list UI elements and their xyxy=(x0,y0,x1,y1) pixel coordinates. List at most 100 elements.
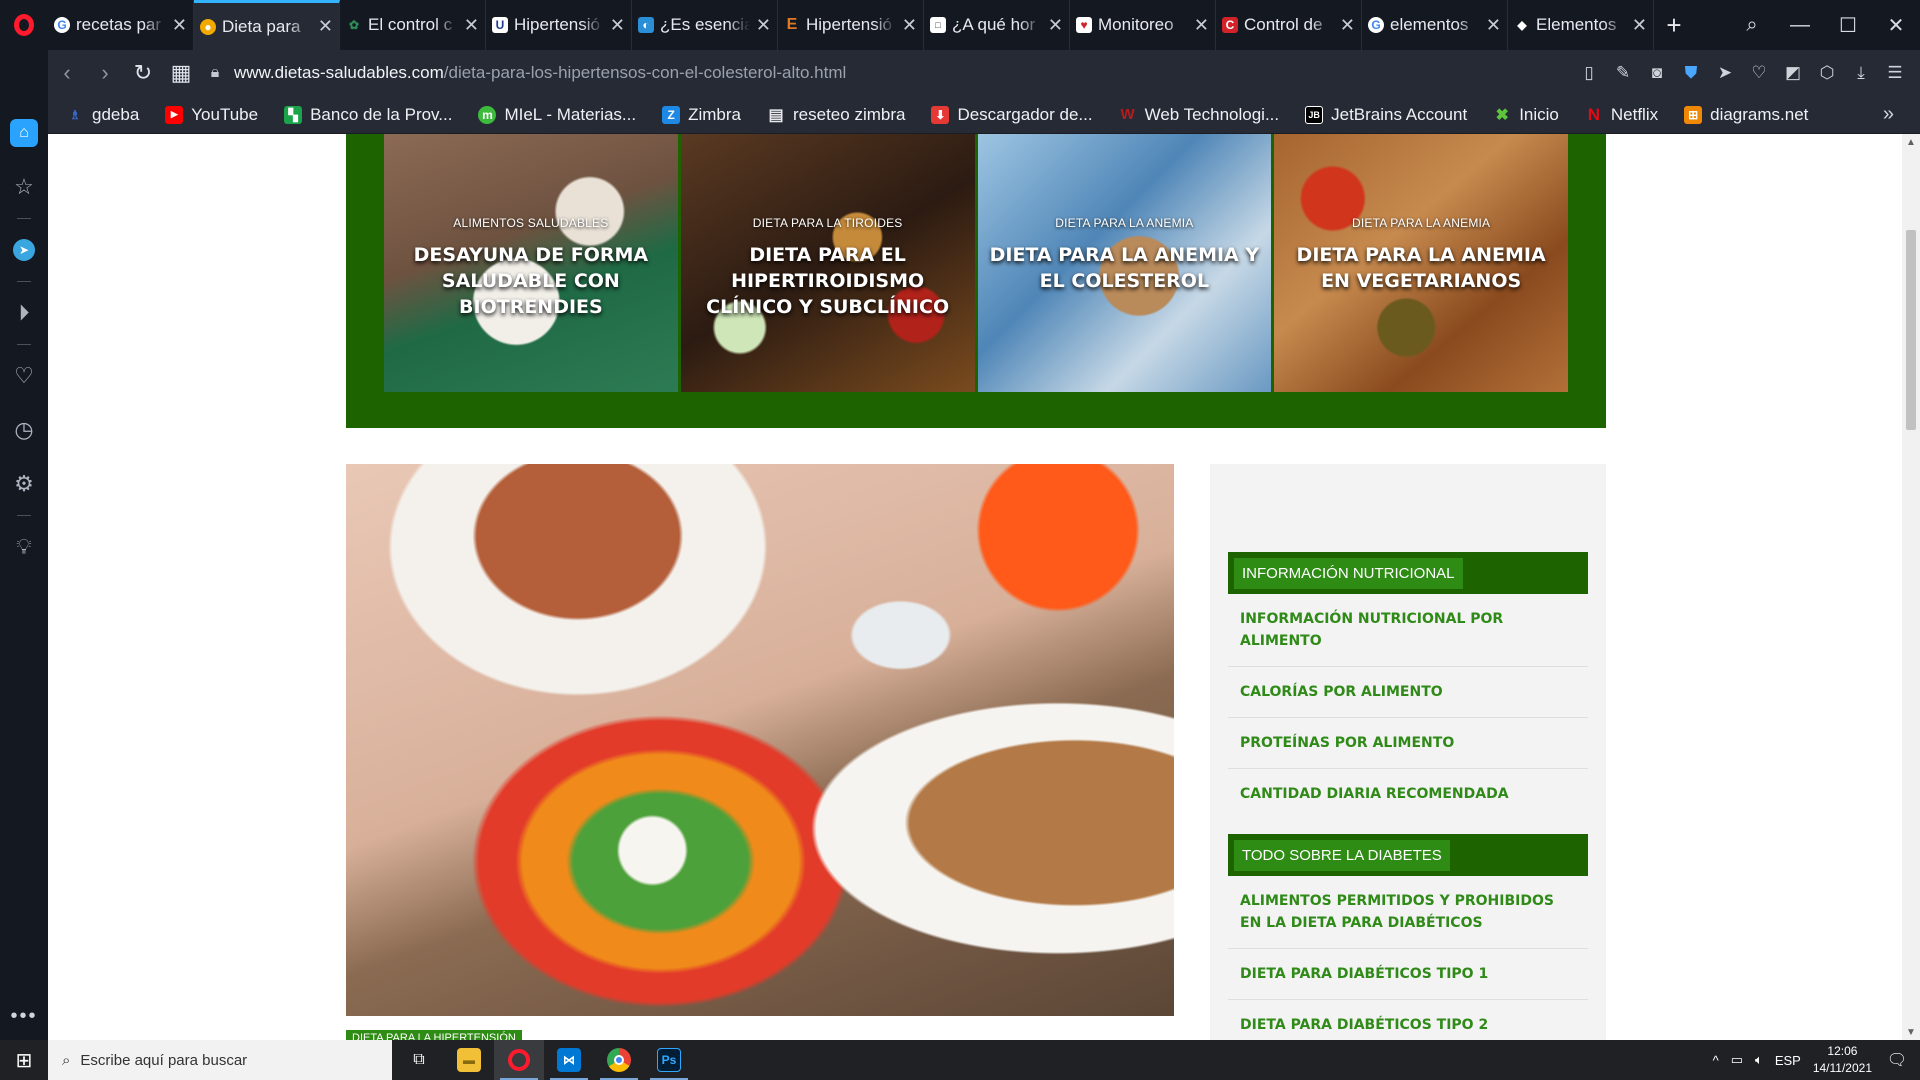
network-icon[interactable]: ▭ xyxy=(1731,1052,1743,1068)
shield-icon[interactable]: ⛊ xyxy=(1676,58,1706,88)
card-title[interactable]: Dieta para el hipertiroidismo clínico y … xyxy=(681,242,975,320)
bookmark-reseteo[interactable]: ▤ reseteo zimbra xyxy=(767,105,905,125)
url-field[interactable]: www.dietas-saludables.com/dieta-para-los… xyxy=(234,63,846,83)
file-explorer-button[interactable]: ▬ xyxy=(444,1040,494,1080)
scroll-up-icon[interactable]: ▲ xyxy=(1902,134,1920,150)
bookmark-youtube[interactable]: ▶ YouTube xyxy=(165,105,258,125)
settings-sidebar-button[interactable]: ⚙ xyxy=(0,457,48,511)
close-icon[interactable]: ✕ xyxy=(1632,15,1647,36)
chrome-taskbar-button[interactable] xyxy=(594,1040,644,1080)
tab[interactable]: ✿ El control c ✕ xyxy=(340,0,486,50)
card-title[interactable]: Dieta para la anemia y el colesterol xyxy=(978,242,1272,294)
tab[interactable]: E Hipertensió ✕ xyxy=(778,0,924,50)
bookmark-gdeba[interactable]: ♗ gdeba xyxy=(66,105,140,125)
opera-taskbar-button[interactable] xyxy=(494,1040,544,1080)
sidebar-link[interactable]: Proteínas por alimento xyxy=(1228,718,1588,769)
cube-icon[interactable]: ⬡ xyxy=(1812,58,1842,88)
bookmark-web-technologies[interactable]: W Web Technologi... xyxy=(1119,105,1280,125)
tab[interactable]: ♥ Monitoreo ✕ xyxy=(1070,0,1216,50)
close-icon[interactable]: ✕ xyxy=(318,16,333,37)
bookmark-miel[interactable]: m MIeL - Materias... xyxy=(478,105,636,125)
task-view-button[interactable]: ⧉ xyxy=(394,1040,444,1080)
heart-icon[interactable]: ♡ xyxy=(1744,58,1774,88)
bookmark-zimbra[interactable]: Z Zimbra xyxy=(662,105,741,125)
tab[interactable]: ◐ ¿Es esencia ✕ xyxy=(632,0,778,50)
chevron-double-right-icon[interactable]: » xyxy=(1883,103,1894,126)
speed-dial-button[interactable]: ▦ xyxy=(162,54,200,92)
opera-menu-button[interactable] xyxy=(0,0,48,50)
tab[interactable]: ◆ Elementos ✕ xyxy=(1508,0,1654,50)
close-icon[interactable]: ✕ xyxy=(756,15,771,36)
close-icon[interactable]: ✕ xyxy=(1486,15,1501,36)
close-icon[interactable]: ✕ xyxy=(1340,15,1355,36)
sidebar-link[interactable]: Dieta para diabéticos tipo 2 xyxy=(1228,1000,1588,1040)
extension-icon[interactable]: ◩ xyxy=(1778,58,1808,88)
easy-setup-icon[interactable]: ☰ xyxy=(1880,58,1910,88)
new-tab-button[interactable]: + xyxy=(1654,0,1694,50)
search-tabs-icon[interactable]: ⌕ xyxy=(1728,0,1776,50)
tips-sidebar-button[interactable]: 💡︎ xyxy=(0,520,48,574)
download-icon[interactable]: ⤓ xyxy=(1846,58,1876,88)
clock[interactable]: 12:06 14/11/2021 xyxy=(1813,1043,1872,1077)
bookmark-inicio[interactable]: ✖ Inicio xyxy=(1493,105,1558,125)
close-icon[interactable]: ✕ xyxy=(902,15,917,36)
telegram-sidebar-button[interactable]: ➤ xyxy=(0,223,48,277)
tab[interactable]: □ ¿A qué hor ✕ xyxy=(924,0,1070,50)
card-title[interactable]: Dieta para la anemia en vegetarianos xyxy=(1274,242,1568,294)
taskbar-search-box[interactable]: ⌕ Escribe aquí para buscar xyxy=(48,1040,392,1080)
tab[interactable]: Gelementos ✕ xyxy=(1362,0,1508,50)
tab[interactable]: Grecetas par ✕ xyxy=(48,0,194,50)
card-title[interactable]: Desayuna de forma saludable con Biotrend… xyxy=(384,242,678,320)
card-category[interactable]: Alimentos saludables xyxy=(453,216,608,230)
tab-active[interactable]: ● Dieta para ✕ xyxy=(194,0,340,50)
sidebar-link[interactable]: Calorías por alimento xyxy=(1228,667,1588,718)
scrollbar-thumb[interactable] xyxy=(1906,230,1916,430)
back-button[interactable]: ‹ xyxy=(48,54,86,92)
more-icon[interactable]: ••• xyxy=(10,1005,37,1028)
close-icon[interactable]: ✕ xyxy=(464,15,479,36)
photoshop-taskbar-button[interactable]: Ps xyxy=(644,1040,694,1080)
player-sidebar-button[interactable]: ⏵ xyxy=(0,286,48,340)
card-category[interactable]: Dieta para la tiroides xyxy=(753,216,903,230)
windows-start-button[interactable]: ⊞ xyxy=(0,1040,48,1080)
tab[interactable]: C Control de ✕ xyxy=(1216,0,1362,50)
volume-icon[interactable]: 🔈︎ xyxy=(1755,1052,1763,1068)
featured-card[interactable]: Alimentos saludables Desayuna de forma s… xyxy=(384,134,678,392)
article-category-badge[interactable]: Dieta para la hipertensión xyxy=(346,1030,522,1040)
card-category[interactable]: Dieta para la anemia xyxy=(1352,216,1490,230)
bookmark-netflix[interactable]: N Netflix xyxy=(1585,105,1658,125)
tab[interactable]: U Hipertensió ✕ xyxy=(486,0,632,50)
close-icon[interactable]: ✕ xyxy=(610,15,625,36)
card-category[interactable]: Dieta para la anemia xyxy=(1055,216,1193,230)
camera-icon[interactable]: ◙ xyxy=(1642,58,1672,88)
chevron-up-icon[interactable]: ^ xyxy=(1713,1053,1719,1068)
bookmark-jetbrains[interactable]: JB JetBrains Account xyxy=(1305,105,1467,125)
sidebar-link[interactable]: Dieta para diabéticos tipo 1 xyxy=(1228,949,1588,1000)
scroll-down-icon[interactable]: ▼ xyxy=(1902,1024,1920,1040)
lock-icon[interactable]: 🔒︎ xyxy=(200,64,230,82)
reader-view-icon[interactable]: ▯ xyxy=(1574,58,1604,88)
forward-button[interactable]: › xyxy=(86,54,124,92)
bookmarks-sidebar-button[interactable]: ☆ xyxy=(0,160,48,214)
bookmark-descargador[interactable]: ⬇ Descargador de... xyxy=(931,105,1093,125)
sidebar-link[interactable]: Cantidad diaria recomendada xyxy=(1228,769,1588,819)
close-icon[interactable]: ✕ xyxy=(1194,15,1209,36)
edit-icon[interactable]: ✎ xyxy=(1608,58,1638,88)
history-sidebar-button[interactable]: ◷ xyxy=(0,403,48,457)
bookmark-banco[interactable]: ▚ Banco de la Prov... xyxy=(284,105,452,125)
sidebar-link[interactable]: Alimentos permitidos y prohibidos en la … xyxy=(1228,876,1588,949)
close-icon[interactable]: ✕ xyxy=(172,15,187,36)
featured-card[interactable]: Dieta para la anemia Dieta para la anemi… xyxy=(1274,134,1568,392)
speed-dial-sidebar-button[interactable]: ⌂ xyxy=(0,106,48,160)
page-scrollbar[interactable]: ▲ ▼ xyxy=(1902,134,1920,1040)
maximize-button[interactable]: ☐ xyxy=(1824,0,1872,50)
my-flow-sidebar-button[interactable]: ♡ xyxy=(0,349,48,403)
close-window-button[interactable]: ✕ xyxy=(1872,0,1920,50)
vscode-taskbar-button[interactable]: ⋈ xyxy=(544,1040,594,1080)
featured-card[interactable]: Dieta para la anemia Dieta para la anemi… xyxy=(977,134,1272,392)
reload-button[interactable]: ↻ xyxy=(124,54,162,92)
notifications-button[interactable]: 🗨︎ xyxy=(1884,1047,1910,1073)
minimize-button[interactable]: — xyxy=(1776,0,1824,50)
send-icon[interactable]: ➤ xyxy=(1710,58,1740,88)
featured-card[interactable]: Dieta para la tiroides Dieta para el hip… xyxy=(680,134,975,392)
